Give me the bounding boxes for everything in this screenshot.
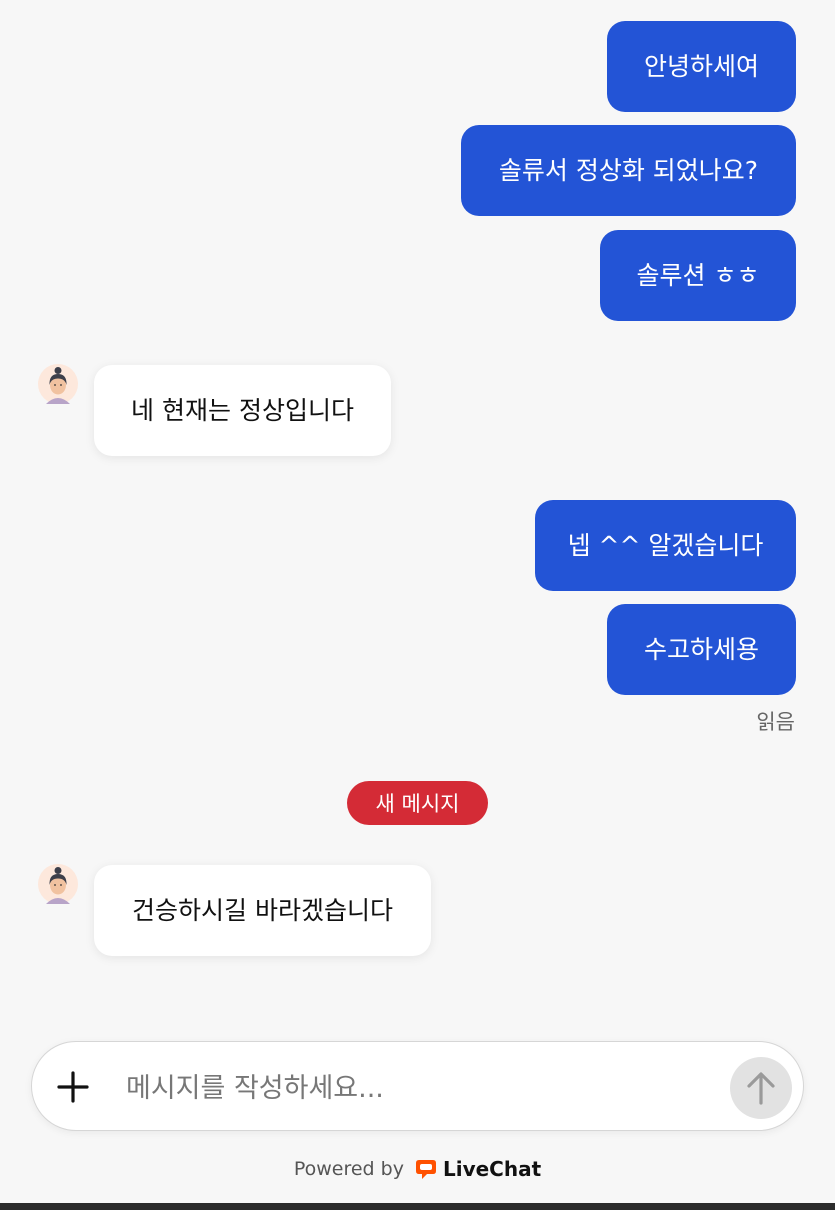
livechat-link[interactable]: LiveChat: [414, 1157, 541, 1181]
read-status: 읽음: [756, 710, 795, 734]
visitor-message: 솔루션 ㅎㅎ: [600, 230, 796, 321]
message-text: 안녕하세여: [643, 52, 759, 81]
add-attachment-button[interactable]: [56, 1070, 90, 1104]
message-text: 네 현재는 정상입니다: [131, 396, 354, 425]
powered-by-footer: Powered by LiveChat: [0, 1155, 835, 1183]
powered-by-label: Powered by: [293, 1158, 404, 1180]
message-text: 솔류서 정상화 되었나요?: [498, 156, 759, 185]
visitor-message: 수고하세용: [607, 604, 796, 695]
plus-icon: [57, 1071, 89, 1103]
message-text: 넵 ^^ 알겠습니다: [567, 531, 764, 560]
bottom-edge-bar: [0, 1203, 835, 1210]
new-messages-badge[interactable]: 새 메시지: [347, 781, 488, 825]
agent-message: 네 현재는 정상입니다: [94, 365, 391, 456]
agent-avatar: [38, 364, 78, 404]
message-input[interactable]: [124, 1060, 718, 1116]
message-composer: [31, 1041, 804, 1131]
livechat-logo-icon: [415, 1160, 436, 1179]
visitor-message: 솔류서 정상화 되었나요?: [461, 125, 796, 216]
arrow-up-icon: [747, 1072, 775, 1105]
send-button[interactable]: [730, 1057, 792, 1119]
visitor-message: 안녕하세여: [607, 21, 796, 112]
visitor-message: 넵 ^^ 알겠습니다: [535, 500, 796, 591]
brand-name: LiveChat: [442, 1157, 542, 1181]
agent-avatar: [38, 864, 78, 904]
agent-message: 건승하시길 바라겠습니다: [94, 865, 431, 956]
message-text: 건승하시길 바라겠습니다: [132, 896, 393, 925]
message-text: 수고하세용: [643, 635, 759, 664]
message-text: 솔루션 ㅎㅎ: [636, 261, 760, 290]
badge-label: 새 메시지: [375, 792, 460, 816]
